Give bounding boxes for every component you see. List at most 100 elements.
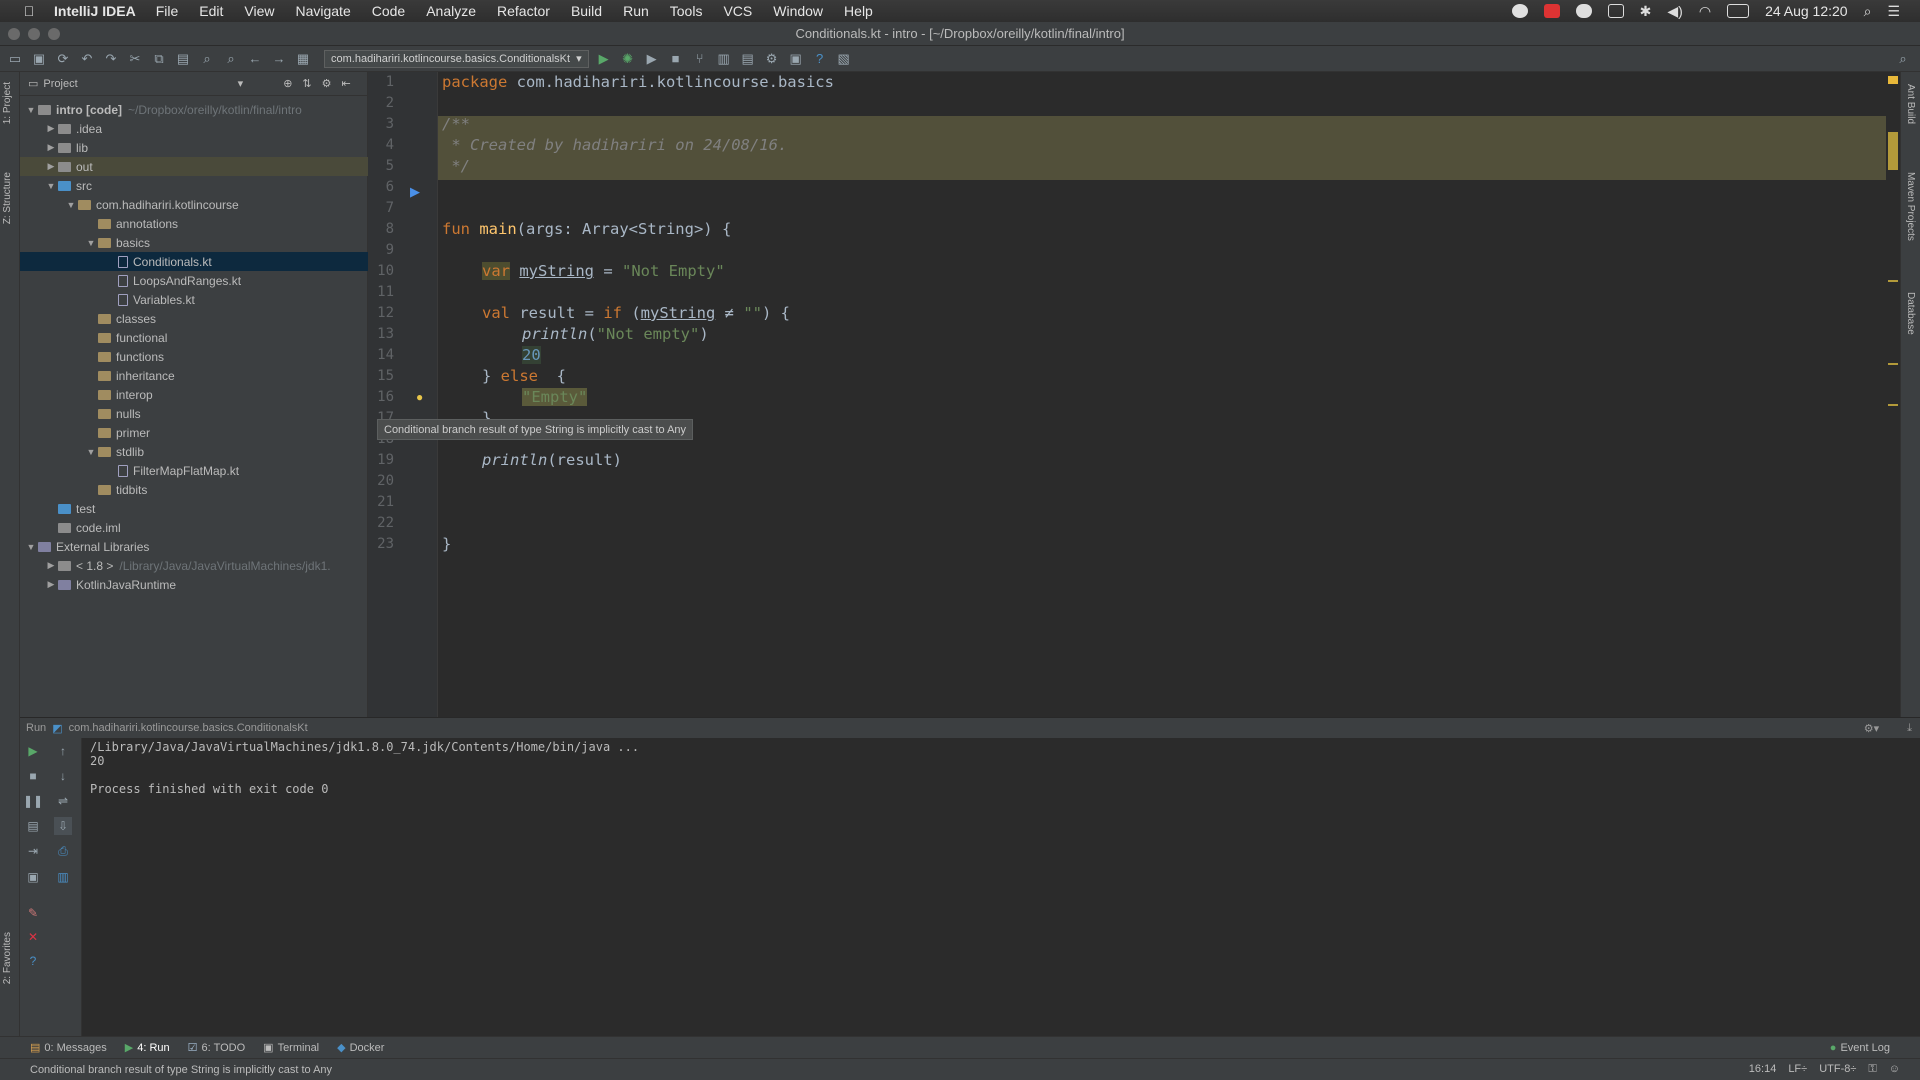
tree-item[interactable]: ▶ KotlinJavaRuntime (20, 575, 368, 594)
layout-icon[interactable]: ▣ (24, 868, 42, 886)
menu-analyze[interactable]: Analyze (426, 3, 476, 19)
restore-layout-icon[interactable]: ⇥ (24, 842, 42, 860)
redo-icon[interactable]: ↷ (102, 50, 120, 68)
chevron-right-icon[interactable]: ▶ (44, 579, 58, 590)
caret-position[interactable]: 16:14 (1749, 1063, 1777, 1076)
cloud-icon[interactable] (1575, 4, 1592, 18)
chevron-right-icon[interactable]: ▶ (44, 123, 58, 134)
warning-marker[interactable] (1888, 363, 1898, 365)
spotlight-icon[interactable]: ⌕ (1864, 3, 1872, 20)
sync-icon[interactable]: ⟳ (54, 50, 72, 68)
event-log-tab[interactable]: ● Event Log (1830, 1042, 1890, 1054)
coverage-icon[interactable]: ▶ (643, 50, 661, 68)
stop-icon[interactable]: ■ (24, 767, 42, 785)
back-icon[interactable]: ← (246, 50, 264, 68)
paste-icon[interactable]: ▤ (174, 50, 192, 68)
sdk-icon[interactable]: ▤ (739, 50, 757, 68)
run-gutter-icon[interactable]: ▶ (410, 184, 420, 200)
file-encoding[interactable]: UTF-8÷ (1819, 1063, 1856, 1076)
chevron-down-icon[interactable]: ▼ (64, 200, 78, 210)
tree-item[interactable]: Variables.kt (20, 290, 368, 309)
soft-wrap-icon[interactable]: ⇌ (54, 792, 72, 810)
vcs-icon[interactable]: ⑂ (691, 50, 709, 68)
tree-item[interactable]: functional (20, 328, 368, 347)
hide-panel-icon[interactable]: ⤓ (1907, 722, 1912, 735)
tree-item[interactable]: FilterMapFlatMap.kt (20, 461, 368, 480)
chevron-down-icon[interactable]: ▼ (24, 105, 38, 115)
tree-item[interactable]: interop (20, 385, 368, 404)
chevron-down-icon[interactable]: ▼ (84, 447, 98, 457)
warning-marker[interactable] (1888, 404, 1898, 406)
error-stripe[interactable] (1888, 76, 1898, 716)
warning-marker[interactable] (1888, 280, 1898, 282)
help-icon[interactable]: ? (811, 50, 829, 68)
chevron-down-icon[interactable]: ▼ (84, 238, 98, 248)
maven-projects-tab[interactable]: Maven Projects (1905, 172, 1916, 241)
chevron-down-icon[interactable]: ▼ (44, 181, 58, 191)
volume-icon[interactable]: ◀) (1667, 3, 1682, 20)
find-icon[interactable]: ⌕ (198, 50, 216, 68)
database-tab[interactable]: Database (1905, 292, 1916, 335)
sync-icon[interactable]: ⊕ (283, 77, 292, 90)
save-all-icon[interactable]: ▣ (30, 50, 48, 68)
tree-item[interactable]: classes (20, 309, 368, 328)
lightbulb-icon[interactable]: ● (416, 390, 423, 404)
lock-icon[interactable]: ⚿ (1868, 1063, 1876, 1076)
run-icon[interactable]: ▶ (595, 50, 613, 68)
gear-icon[interactable]: ⚙▾ (1864, 722, 1879, 735)
tree-item[interactable]: primer (20, 423, 368, 442)
tree-item[interactable]: ▼ stdlib (20, 442, 368, 461)
tree-item[interactable]: code.iml (20, 518, 368, 537)
record-icon[interactable] (1543, 4, 1560, 18)
build-icon[interactable]: ▦ (294, 50, 312, 68)
stop-icon[interactable]: ■ (667, 50, 685, 68)
tree-item[interactable]: ▶ < 1.8 > /Library/Java/JavaVirtualMachine… (20, 556, 368, 575)
app-menu[interactable]: IntelliJ IDEA (54, 3, 136, 19)
chevron-down-icon[interactable]: ▾ (238, 77, 244, 90)
project-view-select[interactable]: Project (43, 78, 77, 90)
up-icon[interactable]: ↑ (54, 742, 72, 760)
terminal-tab[interactable]: ▣ Terminal (263, 1041, 319, 1055)
cut-icon[interactable]: ✂ (126, 50, 144, 68)
messages-tab[interactable]: ▤ 0: Messages (30, 1041, 107, 1055)
project-tool-tab[interactable]: 1: Project (2, 82, 13, 124)
inspection-indicator[interactable] (1888, 76, 1898, 84)
chevron-right-icon[interactable]: ▶ (44, 142, 58, 153)
forward-icon[interactable]: → (270, 50, 288, 68)
plugin-icon[interactable]: ▧ (835, 50, 853, 68)
tree-item[interactable]: functions (20, 347, 368, 366)
menu-run[interactable]: Run (623, 3, 649, 19)
tree-item[interactable]: annotations (20, 214, 368, 233)
tree-item[interactable]: test (20, 499, 368, 518)
tree-item[interactable]: Conditionals.kt (20, 252, 368, 271)
gear-icon[interactable]: ⚙ (322, 77, 332, 90)
wifi-icon[interactable]: ◠ (1699, 3, 1711, 20)
menu-file[interactable]: File (156, 3, 179, 19)
tree-item[interactable]: inheritance (20, 366, 368, 385)
collapse-icon[interactable]: ⇅ (302, 77, 311, 90)
app-status-icon[interactable] (1511, 4, 1528, 18)
replace-icon[interactable]: ⌕ (222, 50, 240, 68)
pin-icon[interactable]: ✎ (24, 904, 42, 922)
dump-threads-icon[interactable]: ▤ (24, 817, 42, 835)
airplay-icon[interactable] (1607, 4, 1624, 18)
search-everywhere-icon[interactable]: ⌕ (1894, 50, 1912, 68)
tree-item[interactable]: ▼ intro [code] ~/Dropbox/oreilly/kotlin/fi… (20, 100, 368, 119)
tree-item[interactable]: LoopsAndRanges.kt (20, 271, 368, 290)
run-configuration-select[interactable]: com.hadihariri.kotlincourse.basics.Condi… (324, 49, 589, 68)
status-message[interactable]: Conditional branch result of type String… (30, 1064, 332, 1076)
menu-view[interactable]: View (244, 3, 274, 19)
clock[interactable]: 24 Aug 12:20 (1765, 3, 1848, 19)
copy-icon[interactable]: ⧉ (150, 50, 168, 68)
bluetooth-icon[interactable]: ✱ (1640, 3, 1652, 20)
todo-tab[interactable]: ☑ 6: TODO (188, 1041, 245, 1055)
menu-refactor[interactable]: Refactor (497, 3, 550, 19)
menu-edit[interactable]: Edit (199, 3, 223, 19)
menu-vcs[interactable]: VCS (723, 3, 752, 19)
run-console[interactable]: /Library/Java/JavaVirtualMachines/jdk1.8… (82, 738, 1920, 1036)
run-tab[interactable]: ▶ 4: Run (125, 1041, 170, 1055)
inspector-icon[interactable]: ☺ (1889, 1063, 1900, 1076)
chevron-right-icon[interactable]: ▶ (44, 560, 58, 571)
tree-item[interactable]: ▶ .idea (20, 119, 368, 138)
scroll-to-end-icon[interactable]: ⇩ (54, 817, 72, 835)
